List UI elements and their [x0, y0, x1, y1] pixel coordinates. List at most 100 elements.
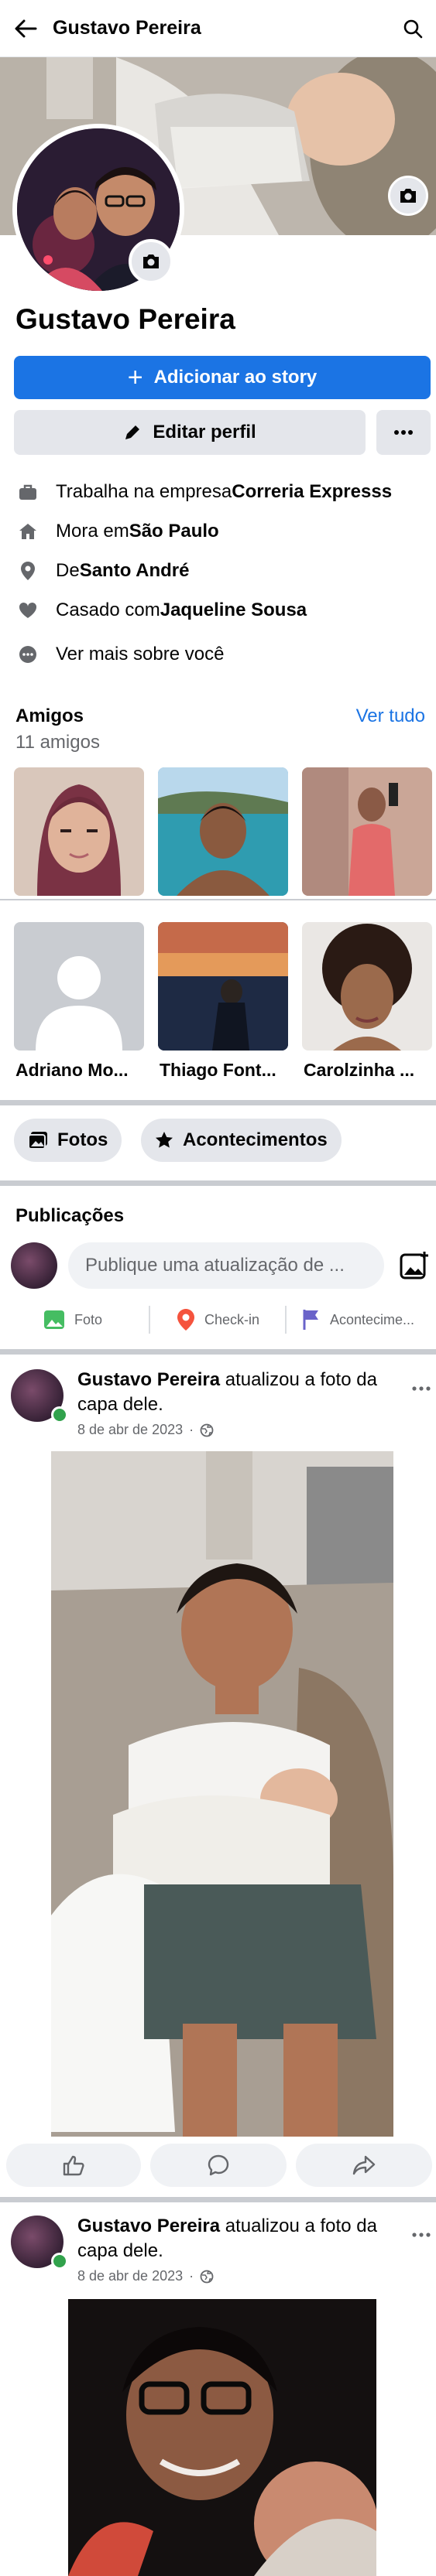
- post-header-text: Gustavo Pereira atualizou a foto da capa…: [77, 2214, 403, 2263]
- add-story-button[interactable]: + Adicionar ao story: [14, 356, 431, 399]
- events-chip-label: Acontecimentos: [183, 1129, 328, 1150]
- post-meta: 8 de abr de 2023 ·: [77, 1422, 214, 1438]
- cover-camera-button[interactable]: [388, 176, 428, 216]
- friend-photo-image: [158, 922, 288, 1051]
- detail-home: Mora em São Paulo: [15, 511, 426, 551]
- friend-photo-image: [302, 767, 432, 896]
- default-avatar-icon: [14, 922, 144, 1051]
- see-all-friends-link[interactable]: Ver tudo: [356, 705, 425, 727]
- star-icon: [156, 1132, 173, 1148]
- divider: [149, 1306, 150, 1334]
- edit-profile-label: Editar perfil: [153, 422, 256, 442]
- post-date[interactable]: 8 de abr de 2023: [77, 2268, 183, 2284]
- profile-name: Gustavo Pereira: [15, 303, 235, 335]
- heart-icon: [15, 598, 40, 623]
- more-dots-icon: [394, 430, 413, 435]
- friend-photo-3[interactable]: [302, 767, 432, 896]
- section-divider: [0, 1180, 436, 1186]
- home-icon: [15, 519, 40, 544]
- action-photo[interactable]: Foto: [43, 1302, 102, 1338]
- dot-separator: ·: [189, 2268, 194, 2284]
- edit-profile-button[interactable]: Editar perfil: [14, 410, 366, 455]
- friend-tile-thiago[interactable]: [158, 922, 288, 1051]
- detail-hometown-prefix: De: [56, 559, 80, 581]
- composer-input[interactable]: Publique uma atualização de ...: [68, 1242, 384, 1289]
- online-status-indicator: [51, 2253, 68, 2270]
- friend-name-2[interactable]: Thiago Font...: [160, 1060, 291, 1081]
- more-options-button[interactable]: [376, 410, 431, 455]
- events-chip[interactable]: Acontecimentos: [141, 1119, 342, 1162]
- detail-home-prefix: Mora em: [56, 520, 129, 542]
- detail-work-value: Correria Expresss: [232, 480, 393, 502]
- action-event[interactable]: Acontecime...: [302, 1302, 414, 1338]
- post-author-name[interactable]: Gustavo Pereira: [77, 1369, 220, 1390]
- detail-relationship: Casado com Jaqueline Sousa: [15, 590, 426, 630]
- location-pin-icon: [177, 1309, 194, 1331]
- friend-name-3[interactable]: Carolzinha ...: [304, 1060, 435, 1081]
- add-story-label: Adicionar ao story: [153, 367, 318, 388]
- back-button[interactable]: [6, 0, 45, 57]
- photos-chip[interactable]: Fotos: [14, 1119, 122, 1162]
- camera-icon: [143, 255, 159, 268]
- friend-photo-1[interactable]: [14, 767, 144, 896]
- section-divider: [0, 1349, 436, 1355]
- search-icon: [403, 19, 423, 38]
- friend-photo-2[interactable]: [158, 767, 288, 896]
- friend-name-1[interactable]: Adriano Mo...: [15, 1060, 147, 1081]
- detail-home-value: São Paulo: [129, 520, 219, 542]
- post-photo[interactable]: [51, 1451, 393, 2137]
- action-checkin-label: Check-in: [204, 1311, 260, 1327]
- action-checkin[interactable]: Check-in: [177, 1302, 259, 1338]
- photo-icon: [44, 1310, 64, 1329]
- post-date[interactable]: 8 de abr de 2023: [77, 1422, 183, 1438]
- briefcase-icon: [15, 480, 40, 504]
- publications-title: Publicações: [15, 1205, 125, 1226]
- profile-details: Trabalha na empresa Correria Expresss Mo…: [15, 472, 426, 674]
- friend-photo-image: [158, 767, 288, 896]
- post-author-name[interactable]: Gustavo Pereira: [77, 2216, 220, 2236]
- friend-tile-carolzinha[interactable]: [302, 922, 432, 1051]
- action-event-label: Acontecime...: [330, 1311, 415, 1327]
- friend-photo-image: [14, 767, 144, 896]
- friends-count: 11 amigos: [15, 732, 100, 753]
- comment-button[interactable]: [150, 2144, 287, 2187]
- avatar-camera-button[interactable]: [129, 239, 173, 284]
- arrow-left-icon: [15, 19, 37, 37]
- like-button[interactable]: [6, 2144, 141, 2187]
- photos-chip-label: Fotos: [57, 1129, 108, 1150]
- more-dots-icon: [412, 2233, 431, 2237]
- post-photo[interactable]: [68, 2299, 376, 2576]
- post-meta: 8 de abr de 2023 ·: [77, 2268, 214, 2284]
- post-header-text: Gustavo Pereira atualizou a foto da capa…: [77, 1368, 403, 1417]
- see-more-about-you[interactable]: Ver mais sobre você: [15, 634, 426, 674]
- dot-separator: ·: [189, 1422, 194, 1437]
- action-photo-label: Foto: [74, 1311, 103, 1327]
- detail-work-prefix: Trabalha na empresa: [56, 480, 232, 502]
- pencil-icon: [125, 425, 140, 439]
- photos-icon: [28, 1132, 47, 1150]
- section-divider: [0, 1100, 436, 1105]
- globe-icon: [200, 1423, 214, 1437]
- top-bar: Gustavo Pereira: [0, 0, 436, 57]
- detail-work: Trabalha na empresa Correria Expresss: [15, 472, 426, 511]
- online-status-indicator: [51, 1406, 68, 1423]
- post-photo-image: [51, 1451, 393, 2137]
- more-dots-icon: [15, 642, 40, 667]
- more-dots-icon: [412, 1386, 431, 1391]
- post-options-button[interactable]: [407, 2223, 435, 2246]
- composer-avatar[interactable]: [11, 1242, 57, 1289]
- share-button[interactable]: [296, 2144, 432, 2187]
- share-icon: [352, 2155, 376, 2175]
- detail-hometown: De Santo André: [15, 551, 426, 590]
- comment-icon: [208, 2154, 229, 2176]
- search-button[interactable]: [390, 0, 436, 57]
- section-divider: [0, 2197, 436, 2202]
- post-options-button[interactable]: [407, 1377, 435, 1400]
- location-pin-icon: [15, 559, 40, 583]
- friend-tile-adriano[interactable]: [14, 922, 144, 1051]
- camera-icon: [400, 189, 416, 203]
- detail-hometown-value: Santo André: [79, 559, 190, 581]
- divider: [285, 1306, 287, 1334]
- divider: [0, 899, 436, 900]
- composer-photo-button[interactable]: [395, 1247, 432, 1284]
